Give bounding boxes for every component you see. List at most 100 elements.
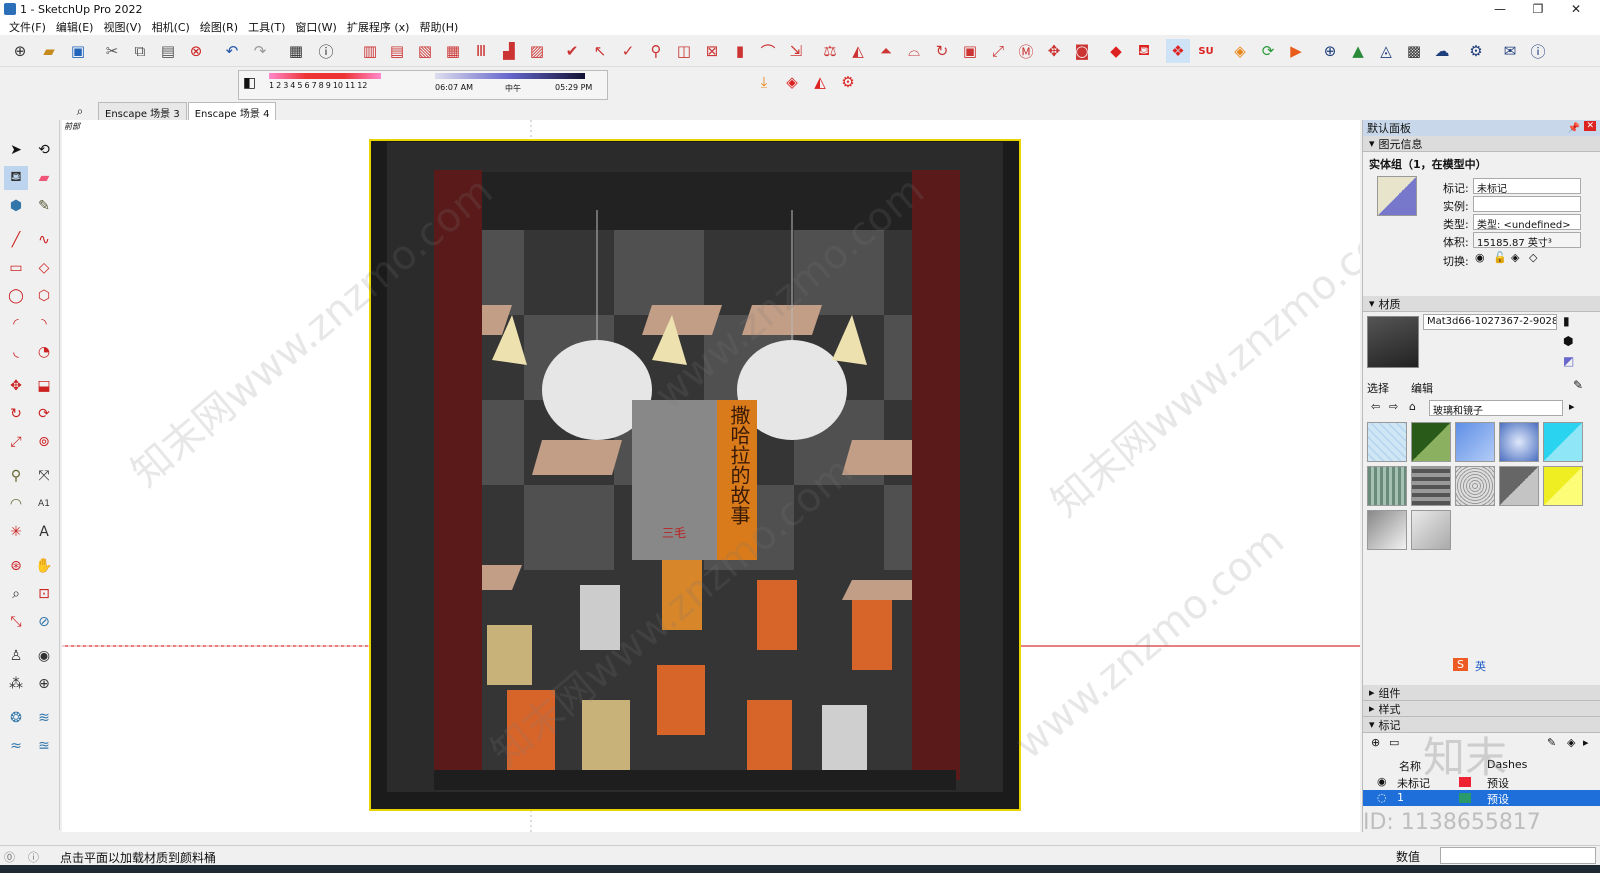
red-box-icon[interactable]: ◆ [1104, 39, 1128, 63]
curve-plugin-icon[interactable]: ⌒ [756, 39, 780, 63]
tape-measure-icon[interactable]: ⚲ [4, 464, 28, 488]
components-header[interactable]: ▸ 组件 [1363, 685, 1600, 701]
text-tool-icon[interactable]: A1 [32, 492, 56, 516]
kg-weight-icon[interactable]: ⚖ [818, 39, 842, 63]
axis-plugin-icon[interactable]: ✥ [1042, 39, 1066, 63]
add-tag-icon[interactable]: ⊕ [1371, 736, 1380, 749]
smoove-icon[interactable]: ≈ [4, 734, 28, 758]
pie-icon[interactable]: ◔ [32, 340, 56, 364]
back-arrow-icon[interactable]: ⇦ [1371, 400, 1380, 413]
default-material-icon[interactable]: ◩ [1563, 354, 1574, 368]
tag-color-swatch[interactable] [1459, 793, 1471, 803]
line-icon[interactable]: ╱ [4, 228, 28, 252]
model-info-icon[interactable]: ⓘ [314, 39, 338, 63]
menu-file[interactable]: 文件(F) [4, 19, 51, 35]
cloud-upload-icon[interactable]: ☁ [1430, 39, 1454, 63]
grid-icon[interactable]: ▦ [441, 39, 465, 63]
cut-icon[interactable]: ✂ [100, 39, 124, 63]
circle-icon[interactable]: ◯ [4, 284, 28, 308]
tree-icon[interactable]: ▲ [1346, 39, 1370, 63]
search-scenes-icon[interactable]: ⌕ [62, 102, 98, 120]
model-viewport[interactable]: 前部 撒哈拉的故事 三毛 知末网www.znzmo.com 知末网www.znz… [62, 120, 1360, 832]
previous-view-icon[interactable]: ⊘ [32, 610, 56, 634]
view-top-icon[interactable]: ▤ [385, 39, 409, 63]
two-point-arc-icon[interactable]: ◝ [32, 312, 56, 336]
orbit-select-icon[interactable]: ⟲ [32, 138, 56, 162]
rotated-rectangle-icon[interactable]: ◇ [32, 256, 56, 280]
camera-plugin-icon[interactable]: ◙ [1070, 39, 1094, 63]
sandbox-from-scratch-icon[interactable]: ≋ [32, 706, 56, 730]
add-tag-folder-icon[interactable]: ▭ [1389, 736, 1399, 749]
scale-icon[interactable]: ⤢ [4, 430, 28, 454]
instance-field[interactable] [1473, 196, 1581, 212]
paint-bucket-plugin-icon[interactable]: ⛾ [1132, 39, 1156, 63]
check-icon[interactable]: ✔ [560, 39, 584, 63]
freehand-icon[interactable]: ∿ [32, 228, 56, 252]
menu-view[interactable]: 视图(V) [98, 19, 146, 35]
styles-header[interactable]: ▸ 样式 [1363, 701, 1600, 717]
walk-icon[interactable]: ⁂ [4, 672, 28, 696]
paste-icon[interactable]: ▤ [156, 39, 180, 63]
credits-icon[interactable]: ⓘ [28, 849, 39, 865]
tab-scene-4[interactable]: Enscape 场景 4 [187, 102, 277, 120]
mail-icon[interactable]: ✉ [1498, 39, 1522, 63]
redo-icon[interactable]: ↷ [248, 39, 272, 63]
forward-arrow-icon[interactable]: ⇨ [1389, 400, 1398, 413]
stamp-icon[interactable]: ≊ [32, 734, 56, 758]
tag-visibility-icon[interactable]: ◉ [1377, 775, 1387, 788]
gears-plugin-icon[interactable]: ⚙ [836, 70, 860, 94]
measure-plugin-icon[interactable]: ⚲ [644, 39, 668, 63]
month-slider[interactable] [269, 73, 381, 79]
material-display-icon[interactable]: ▮ [1563, 314, 1570, 328]
pan-icon[interactable]: ✋ [32, 554, 56, 578]
tab-edit-material[interactable]: 编辑 [1411, 380, 1433, 396]
menu-extensions[interactable]: 扩展程序 (x) [342, 19, 415, 35]
tag-details-icon[interactable]: ▸ [1583, 736, 1589, 749]
position-camera-icon[interactable]: ♙ [4, 644, 28, 668]
tag-visibility-icon[interactable]: ◌ [1377, 791, 1387, 804]
follow-me-icon[interactable]: ⟳ [32, 402, 56, 426]
swatch-glass-7[interactable] [1411, 466, 1451, 506]
zoom-window-icon[interactable]: ⊡ [32, 582, 56, 606]
print-icon[interactable]: ▦ [284, 39, 308, 63]
bars-plugin-icon[interactable]: ▮ [728, 39, 752, 63]
menu-edit[interactable]: 编辑(E) [51, 19, 99, 35]
tray-close-icon[interactable]: ✕ [1584, 121, 1596, 131]
arch-icon[interactable]: ⌓ [902, 39, 926, 63]
entity-material-swatch[interactable] [1377, 176, 1417, 216]
swatch-glass-5[interactable] [1543, 422, 1583, 462]
time-slider[interactable] [435, 73, 585, 79]
measurements-field[interactable] [1440, 847, 1596, 864]
create-material-icon[interactable]: ⬢ [1563, 334, 1573, 348]
tag-row[interactable]: ◌ 1 预设 [1363, 790, 1600, 806]
swatch-glass-8[interactable] [1455, 466, 1495, 506]
ruler-plugin-icon[interactable]: ▨ [525, 39, 549, 63]
tab-scene-3[interactable]: Enscape 场景 3 [98, 102, 187, 120]
swatch-glass-1[interactable] [1367, 422, 1407, 462]
section-plane-tool-icon[interactable]: ⊕ [32, 672, 56, 696]
maximize-button[interactable]: ❐ [1520, 0, 1556, 18]
menu-tools[interactable]: 工具(T) [243, 19, 290, 35]
info-icon[interactable]: ⓘ [1526, 39, 1550, 63]
expand-icon[interactable]: ⤢ [986, 39, 1010, 63]
extension-active-icon[interactable]: ❖ [1166, 39, 1190, 63]
cast-shadow-icon[interactable]: ◈ [1511, 251, 1519, 264]
arrow-box-icon[interactable]: ⇲ [784, 39, 808, 63]
m-plugin-icon[interactable]: Ⓜ [1014, 39, 1038, 63]
material-library-select[interactable]: 玻璃和镜子 [1429, 400, 1563, 416]
lock-toggle-icon[interactable]: 🔓 [1493, 251, 1507, 264]
visibility-toggle-icon[interactable]: ◉ [1475, 251, 1485, 264]
view-front-icon[interactable]: ▥ [358, 39, 382, 63]
scale-plugin-icon[interactable]: ⊠ [700, 39, 724, 63]
library-details-icon[interactable]: ▸ [1569, 400, 1575, 413]
type-select[interactable]: 类型: <undefined> [1473, 214, 1581, 230]
3d-text-icon[interactable]: A [32, 520, 56, 544]
entity-info-header[interactable]: ▾ 图元信息 [1363, 136, 1600, 152]
swatch-glass-3[interactable] [1455, 422, 1495, 462]
zoom-icon[interactable]: ⌕ [4, 582, 28, 606]
tag-select[interactable]: 未标记 [1473, 178, 1581, 194]
menu-help[interactable]: 帮助(H) [414, 19, 463, 35]
rocket-plugin-icon[interactable]: ◭ [808, 70, 832, 94]
orbit-icon[interactable]: ⊛ [4, 554, 28, 578]
select-tool-icon[interactable]: ➤ [4, 138, 28, 162]
